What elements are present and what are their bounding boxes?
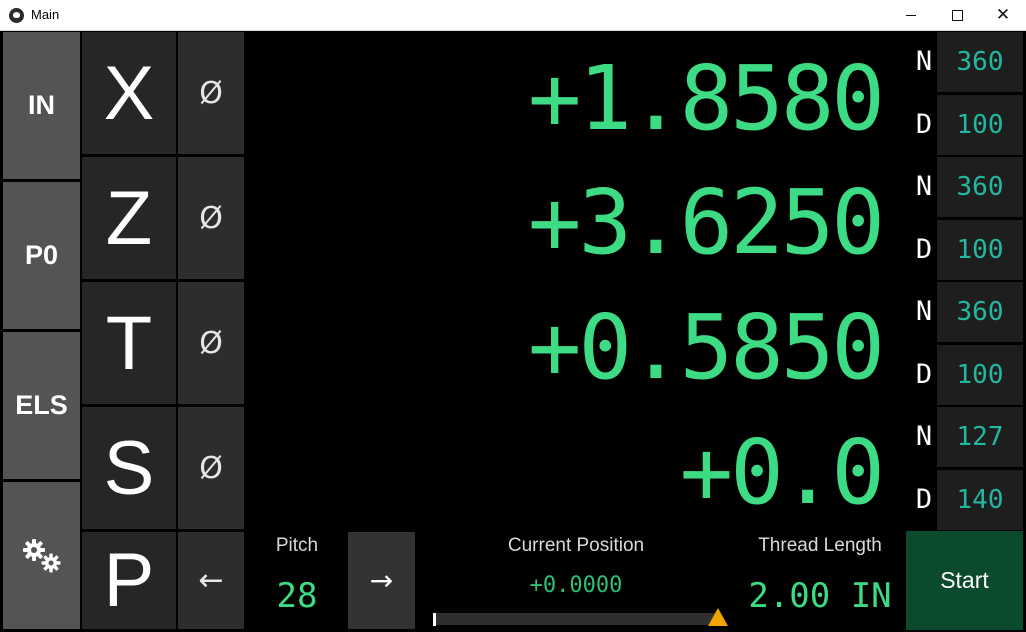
axis-label: X: [103, 50, 155, 136]
window-title: Main: [31, 7, 60, 22]
start-label: Start: [940, 567, 989, 593]
pitch-forward-button[interactable]: →: [348, 532, 415, 629]
current-position-value: +0.0000: [529, 573, 623, 598]
dro-s-display: +0.0: [679, 420, 885, 524]
mode-button-p0[interactable]: P0: [3, 182, 80, 329]
zero-z-button[interactable]: Ø: [178, 157, 244, 279]
axis-label: T: [105, 300, 153, 386]
arrow-right-icon: →: [369, 564, 394, 597]
current-position-label: Current Position: [507, 535, 645, 556]
axis-label: Z: [105, 175, 153, 261]
t-d-value[interactable]: 100: [937, 345, 1023, 405]
x-n-value[interactable]: 360: [937, 32, 1023, 92]
dro-z-display: +3.6250: [527, 170, 885, 274]
thread-length-label: Thread Length: [758, 535, 882, 556]
d-label: D: [915, 484, 933, 515]
mode-label: ELS: [15, 390, 68, 420]
axis-button-z[interactable]: Z: [82, 157, 176, 279]
s-n-value[interactable]: 127: [937, 407, 1023, 467]
axis-label: P: [103, 538, 155, 623]
axis-button-t[interactable]: T: [82, 282, 176, 404]
axis-button-s[interactable]: S: [82, 407, 176, 529]
zero-t-button[interactable]: Ø: [178, 282, 244, 404]
n-label: N: [915, 46, 933, 77]
d-label: D: [915, 109, 933, 140]
n-label: N: [915, 171, 933, 202]
zero-x-button[interactable]: Ø: [178, 32, 244, 154]
pitch-back-button[interactable]: ←: [178, 532, 244, 629]
mode-label: P0: [24, 240, 59, 270]
close-icon[interactable]: ✕: [980, 0, 1026, 30]
axis-label: S: [103, 425, 155, 511]
s-d-value[interactable]: 140: [937, 470, 1023, 530]
z-d-value[interactable]: 100: [937, 220, 1023, 280]
zero-s-button[interactable]: Ø: [178, 407, 244, 529]
gears-icon: [22, 538, 60, 572]
z-n-value[interactable]: 360: [937, 157, 1023, 217]
d-label: D: [915, 359, 933, 390]
arrow-left-icon: ←: [198, 563, 224, 598]
n-label: N: [915, 296, 933, 327]
minimize-icon[interactable]: [888, 0, 934, 30]
d-label: D: [915, 234, 933, 265]
settings-button[interactable]: [3, 482, 80, 629]
mode-button-els[interactable]: ELS: [3, 332, 80, 479]
position-end-marker-icon: [708, 608, 728, 626]
axis-button-x[interactable]: X: [82, 32, 176, 154]
thread-length-value: 2.00 IN: [748, 576, 892, 616]
axis-button-p[interactable]: P: [82, 532, 176, 629]
position-progress-start-mark: [433, 613, 436, 626]
app-logo-icon: [9, 8, 24, 23]
dro-t-display: +0.5850: [527, 295, 885, 399]
window-titlebar: Main ✕: [0, 0, 1026, 31]
pitch-label: Pitch: [275, 535, 319, 556]
zero-icon: Ø: [199, 200, 223, 236]
mode-button-in[interactable]: IN: [3, 32, 80, 179]
mode-label: IN: [28, 90, 55, 120]
pitch-value: 28: [276, 576, 318, 616]
t-n-value[interactable]: 360: [937, 282, 1023, 342]
maximize-icon[interactable]: [934, 0, 980, 30]
start-button[interactable]: Start: [906, 531, 1023, 630]
zero-icon: Ø: [199, 450, 223, 486]
zero-icon: Ø: [199, 325, 223, 361]
dro-x-display: +1.8580: [527, 46, 885, 150]
x-d-value[interactable]: 100: [937, 95, 1023, 155]
n-label: N: [915, 421, 933, 452]
position-progress-track: [434, 613, 720, 625]
zero-icon: Ø: [199, 75, 223, 111]
